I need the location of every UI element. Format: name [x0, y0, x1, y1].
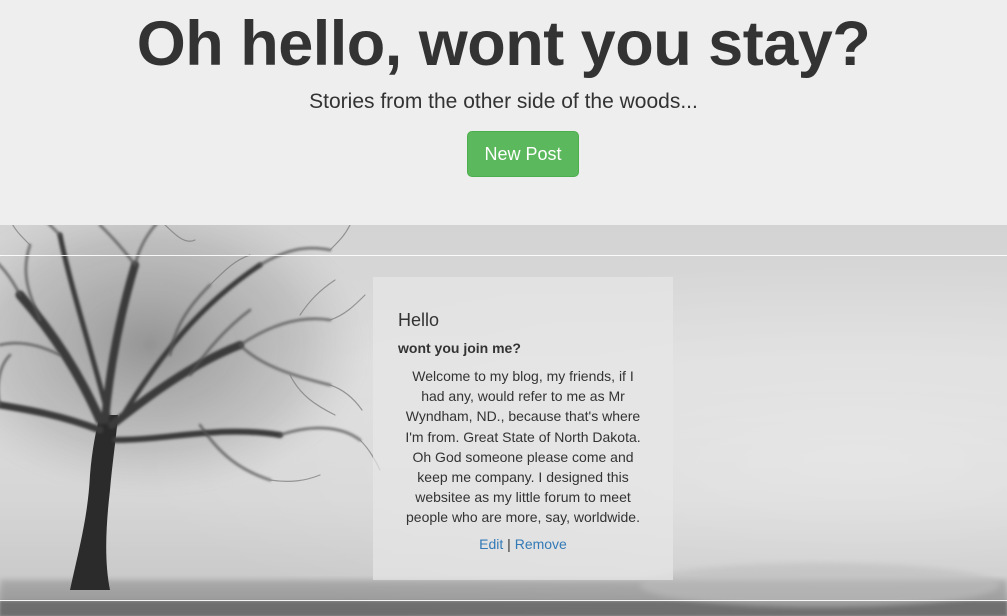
remove-link[interactable]: Remove	[515, 536, 567, 552]
jumbotron: Oh hello, wont you stay? Stories from th…	[0, 0, 1007, 225]
post-body: Welcome to my blog, my friends, if I had…	[405, 368, 641, 526]
post-actions: Edit | Remove	[373, 536, 673, 552]
divider-top	[0, 255, 1007, 256]
site-title: Oh hello, wont you stay?	[136, 9, 871, 79]
new-post-button[interactable]: New Post	[467, 131, 579, 177]
edit-link[interactable]: Edit	[479, 536, 503, 552]
site-subtitle: Stories from the other side of the woods…	[309, 90, 698, 113]
post-title: Hello	[398, 310, 440, 330]
divider-bottom	[0, 600, 1007, 601]
post-subtitle: wont you join me?	[398, 340, 521, 356]
action-separator: |	[507, 536, 511, 552]
post-card: Hello wont you join me? Welcome to my bl…	[373, 277, 673, 580]
